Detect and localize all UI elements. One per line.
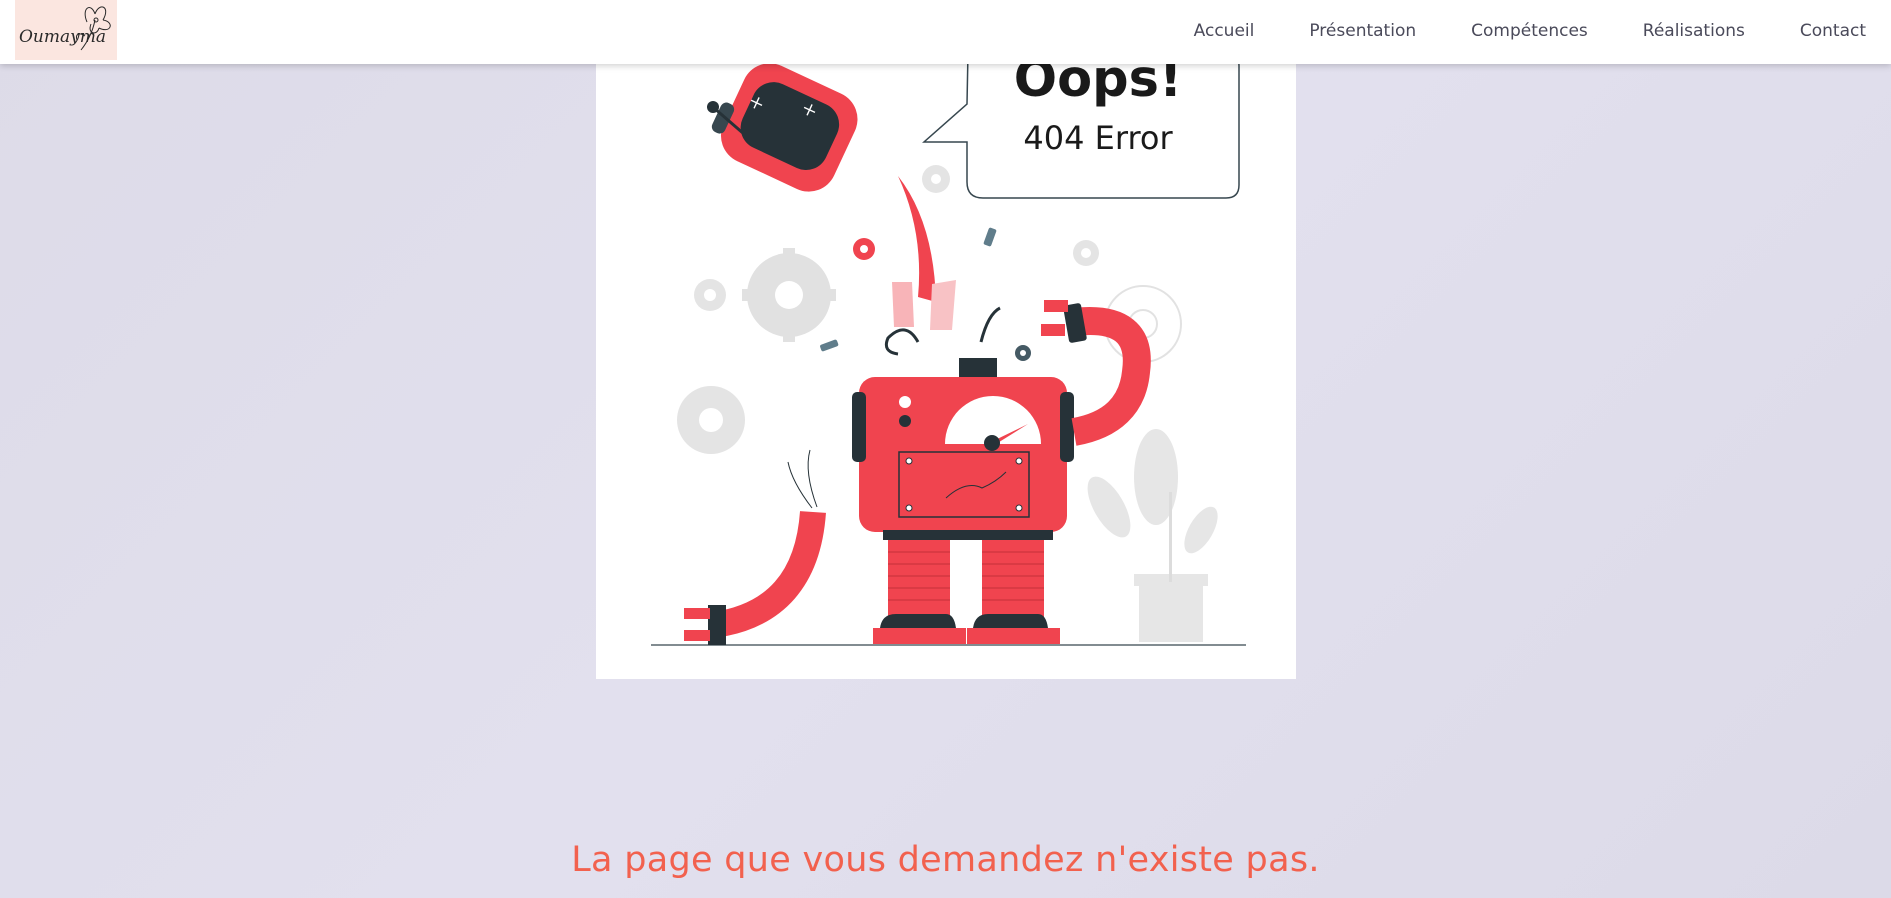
svg-text:Oumayma: Oumayma <box>19 27 106 47</box>
logo[interactable]: Oumayma <box>15 0 117 60</box>
flower-logo-icon: Oumayma <box>19 6 111 51</box>
not-found-message: La page que vous demandez n'existe pas. <box>571 840 1320 880</box>
nav-link-realisations[interactable]: Réalisations <box>1643 21 1745 41</box>
broken-robot-illustration: Oops! 404 Error <box>651 52 1246 646</box>
error-illustration: Oops! 404 Error <box>596 52 1296 679</box>
main-nav: Accueil Présentation Compétences Réalisa… <box>1194 0 1891 62</box>
nav-link-contact[interactable]: Contact <box>1800 21 1866 41</box>
navbar: Oumayma Accueil Présentation Compétences… <box>0 0 1891 64</box>
nav-link-accueil[interactable]: Accueil <box>1194 21 1255 41</box>
nav-link-presentation[interactable]: Présentation <box>1309 21 1416 41</box>
error-code-text: 404 Error <box>1023 119 1173 157</box>
nav-link-competences[interactable]: Compétences <box>1471 21 1588 41</box>
